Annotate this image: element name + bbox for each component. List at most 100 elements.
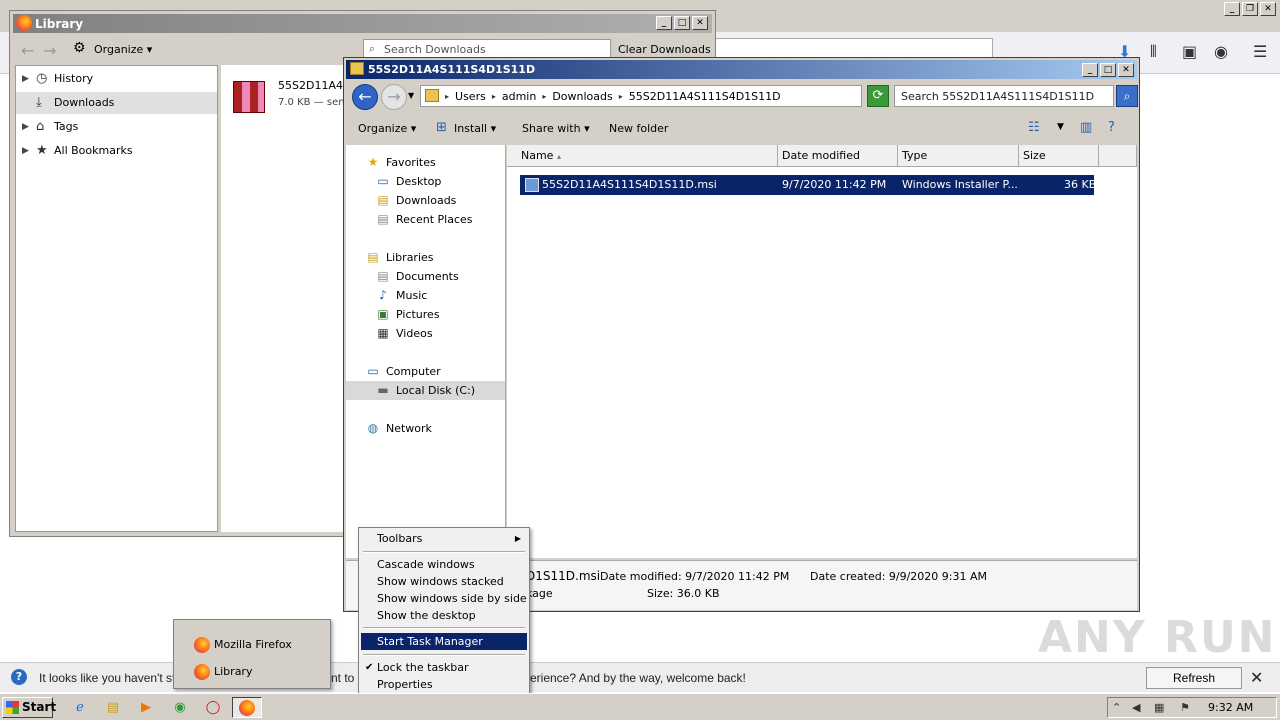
nav-network[interactable]: ◍ Network (346, 419, 505, 438)
breadcrumb-separator-icon[interactable]: ▸ (619, 90, 623, 103)
close-button[interactable]: ✕ (1118, 63, 1134, 77)
internet-explorer-icon[interactable]: ℯ (68, 697, 92, 718)
close-icon[interactable]: ✕ (1250, 668, 1263, 687)
new-folder-button[interactable]: New folder (609, 122, 668, 135)
search-downloads-input[interactable]: ⌕ Search Downloads (363, 39, 611, 59)
firefox-taskbar-button[interactable] (232, 697, 262, 718)
nav-local-disk[interactable]: ▬ Local Disk (C:) (346, 381, 505, 400)
menu-item-show-desktop[interactable]: Show the desktop (361, 607, 527, 624)
minimize-button[interactable]: _ (1082, 63, 1098, 77)
search-placeholder: Search Downloads (384, 43, 486, 56)
start-button[interactable]: Start (2, 697, 56, 718)
download-name[interactable]: 55S2D11A4S (278, 79, 350, 92)
organize-button[interactable]: Organize ▾ (358, 122, 416, 135)
sidebar-icon[interactable]: ▣ (1182, 42, 1197, 61)
menu-item-cascade[interactable]: Cascade windows (361, 556, 527, 573)
close-button[interactable]: ✕ (692, 16, 708, 30)
install-button[interactable]: Install ▾ (454, 122, 496, 135)
nav-documents[interactable]: ▤ Documents (346, 267, 505, 286)
url-bar[interactable] (712, 38, 993, 58)
popup-item-firefox[interactable]: Mozilla Firefox (178, 632, 326, 658)
preview-pane-icon[interactable]: ▥ (1080, 120, 1092, 135)
refresh-button[interactable]: ⟳ (867, 85, 889, 107)
breadcrumb-current-folder[interactable]: 55S2D11A4S111S4D1S11D (629, 90, 781, 103)
nav-favorites[interactable]: ★ Favorites (346, 153, 505, 172)
back-arrow-icon[interactable]: ← (21, 41, 34, 60)
menu-item-lock-taskbar[interactable]: ✔ Lock the taskbar (361, 659, 527, 676)
chrome-icon[interactable]: ◉ (168, 697, 192, 718)
share-with-label: Share with (522, 122, 581, 135)
explorer-folder-icon[interactable]: ▤ (101, 697, 125, 718)
download-icon: ⤓ (36, 95, 42, 110)
help-icon[interactable]: ? (1108, 120, 1115, 135)
close-button[interactable]: ✕ (1260, 2, 1276, 16)
tree-item-history[interactable]: ▶ ◷ History (16, 68, 217, 90)
network-tray-icon[interactable]: ▦ (1154, 701, 1164, 714)
breadcrumb-separator-icon[interactable]: ▸ (492, 90, 496, 103)
taskbar: Start ℯ ▤ ▶ ◉ ◯ ⌃ ◀ ▦ ⚑ 9:32 AM (0, 693, 1280, 720)
menu-item-task-manager[interactable]: Start Task Manager (361, 633, 527, 650)
nav-pictures[interactable]: ▣ Pictures (346, 305, 505, 324)
menu-item-side-by-side[interactable]: Show windows side by side (361, 590, 527, 607)
history-dropdown-icon[interactable]: ▼ (408, 91, 414, 100)
view-dropdown-icon[interactable]: ▼ (1057, 122, 1064, 132)
maximize-button[interactable]: □ (674, 16, 690, 30)
column-header-date[interactable]: Date modified (778, 145, 898, 167)
clear-downloads-button[interactable]: Clear Downloads (618, 43, 711, 56)
breadcrumb-downloads[interactable]: Downloads (552, 90, 612, 103)
forward-arrow-icon[interactable]: → (43, 41, 56, 60)
search-input[interactable]: Search 55S2D11A4S111S4D1S11D (894, 85, 1114, 107)
column-header-size[interactable]: Size (1019, 145, 1099, 167)
nav-videos[interactable]: ▦ Videos (346, 324, 505, 343)
minimize-button[interactable]: _ (656, 16, 672, 30)
account-icon[interactable]: ◉ (1214, 42, 1228, 61)
firefox-caption-buttons: _ ❐ ✕ (1224, 2, 1276, 16)
expand-arrow-icon[interactable]: ▶ (22, 68, 29, 90)
search-icon[interactable]: ⌕ (1116, 85, 1138, 107)
volume-icon[interactable]: ◀ (1132, 701, 1140, 714)
firefox-logo-icon (194, 664, 210, 680)
tree-item-downloads[interactable]: ⤓ Downloads (16, 92, 217, 114)
opera-icon[interactable]: ◯ (201, 697, 225, 718)
menu-icon[interactable]: ☰ (1253, 42, 1267, 61)
pictures-icon: ▣ (377, 307, 389, 321)
nav-desktop[interactable]: ▭ Desktop (346, 172, 505, 191)
nav-computer[interactable]: ▭ Computer (346, 362, 505, 381)
clock[interactable]: 9:32 AM (1208, 701, 1253, 714)
nav-libraries[interactable]: ▤ Libraries (346, 248, 505, 267)
library-icon[interactable]: ⫴ (1150, 42, 1157, 62)
winrar-archive-icon (233, 81, 265, 113)
forward-button[interactable]: → (381, 84, 407, 110)
column-header-type[interactable]: Type (898, 145, 1019, 167)
nav-label: Music (396, 289, 428, 302)
back-button[interactable]: ← (352, 84, 378, 110)
breadcrumb-users[interactable]: Users (455, 90, 486, 103)
breadcrumb-admin[interactable]: admin (502, 90, 536, 103)
tree-item-tags[interactable]: ▶ ⌂ Tags (16, 116, 217, 138)
view-options-icon[interactable]: ☷ (1028, 120, 1040, 135)
show-hidden-icons-icon[interactable]: ⌃ (1112, 701, 1121, 714)
refresh-firefox-button[interactable]: Refresh Firefox… (1146, 667, 1242, 705)
restore-button[interactable]: ❐ (1242, 2, 1258, 16)
question-icon: ? (11, 669, 27, 685)
nav-recent-places[interactable]: ▤ Recent Places (346, 210, 505, 229)
maximize-button[interactable]: □ (1100, 63, 1116, 77)
expand-arrow-icon[interactable]: ▶ (22, 116, 29, 138)
tree-item-all-bookmarks[interactable]: ▶ ★ All Bookmarks (16, 140, 217, 162)
minimize-button[interactable]: _ (1224, 2, 1240, 16)
nav-downloads[interactable]: ▤ Downloads (346, 191, 505, 210)
breadcrumb-separator-icon[interactable]: ▸ (542, 90, 546, 103)
expand-arrow-icon[interactable]: ▶ (22, 140, 29, 162)
nav-music[interactable]: ♪ Music (346, 286, 505, 305)
menu-item-toolbars[interactable]: Toolbars ▶ (361, 530, 527, 547)
share-with-button[interactable]: Share with ▾ (522, 122, 590, 135)
file-row[interactable]: 55S2D11A4S111S4D1S11D.msi 9/7/2020 11:42… (520, 175, 1096, 195)
action-center-flag-icon[interactable]: ⚑ (1180, 701, 1190, 714)
menu-item-properties[interactable]: Properties (361, 676, 527, 693)
organize-button[interactable]: Organize ▾ (94, 43, 152, 56)
column-header-name[interactable]: Name ▴ (507, 145, 778, 167)
popup-item-library[interactable]: Library (178, 659, 326, 685)
menu-item-stacked[interactable]: Show windows stacked (361, 573, 527, 590)
address-box[interactable]: ▸ Users ▸ admin ▸ Downloads ▸ 55S2D11A4S… (420, 85, 928, 107)
media-player-icon[interactable]: ▶ (134, 697, 158, 718)
